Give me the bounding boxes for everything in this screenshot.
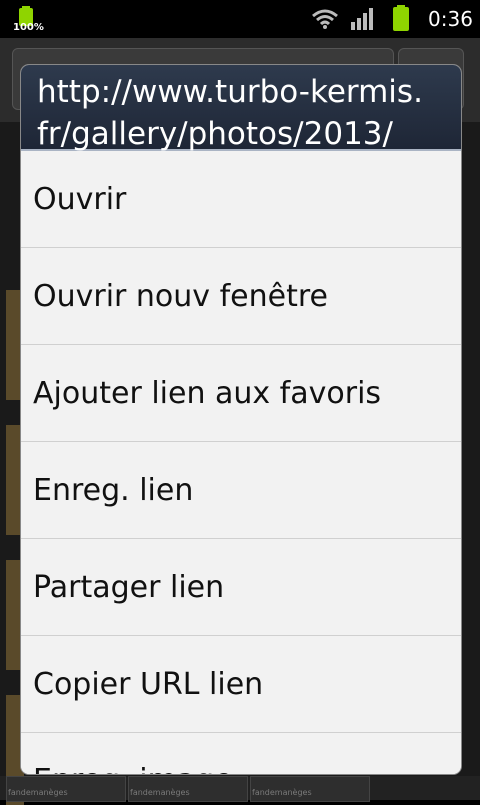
clock: 0:36	[428, 7, 473, 31]
menu-item-open-new-window[interactable]: Ouvrir nouv fenêtre	[21, 248, 461, 345]
dialog-title-line: http://www.turbo-kermis.	[37, 74, 423, 110]
battery-percent: 100%	[13, 22, 44, 33]
battery-icon	[393, 5, 409, 31]
menu-item-save-link[interactable]: Enreg. lien	[21, 442, 461, 539]
menu-item-open[interactable]: Ouvrir	[21, 151, 461, 248]
menu-item-add-bookmark[interactable]: Ajouter lien aux favoris	[21, 345, 461, 442]
menu-item-share-link[interactable]: Partager lien	[21, 539, 461, 636]
dialog-title: http://www.turbo-kermis. fr/gallery/phot…	[21, 65, 461, 152]
menu-item-save-image[interactable]: Enreg. image	[21, 733, 461, 774]
gallery-caption: fandemanèges	[252, 788, 312, 797]
gallery-caption: fandemanèges	[8, 788, 68, 797]
menu-item-copy-link-url[interactable]: Copier URL lien	[21, 636, 461, 733]
menu-list: Ouvrir Ouvrir nouv fenêtre Ajouter lien …	[21, 151, 461, 774]
link-context-menu: http://www.turbo-kermis. fr/gallery/phot…	[21, 65, 461, 774]
gallery-caption: fandemanèges	[130, 788, 190, 797]
wifi-icon	[312, 9, 338, 29]
dialog-title-line: fr/gallery/photos/2013/	[37, 116, 393, 152]
signal-icon	[351, 8, 373, 30]
status-bar: 100% 0:36	[0, 0, 480, 38]
